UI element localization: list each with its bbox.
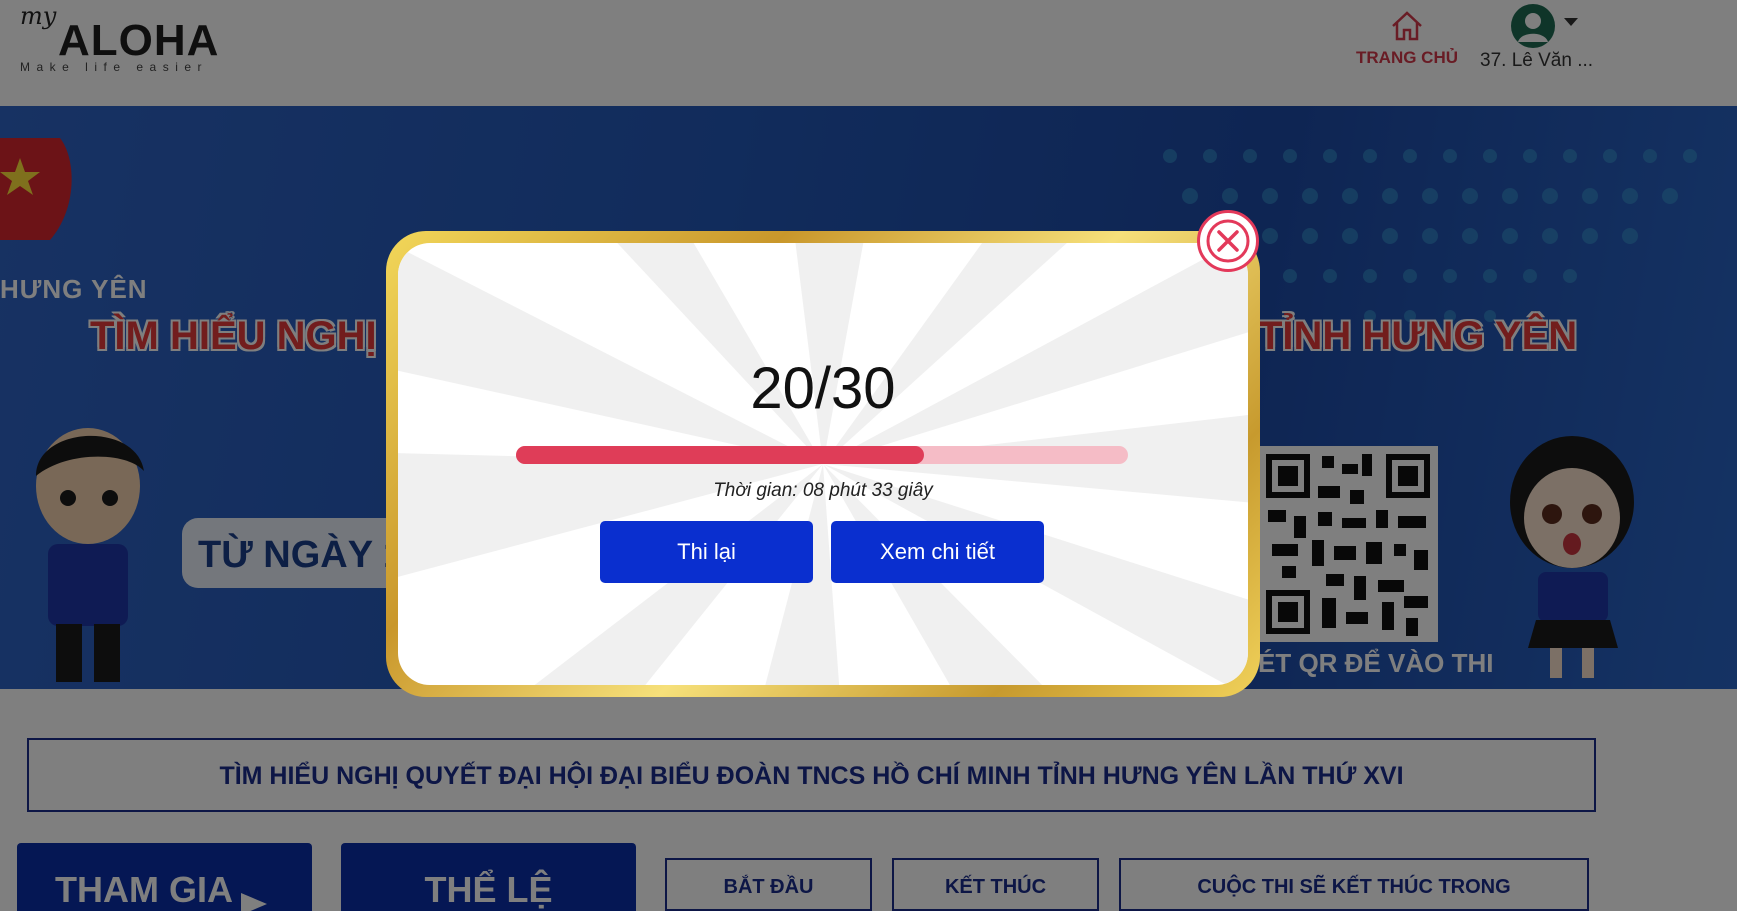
- sunburst-background: [398, 243, 1248, 685]
- result-modal: 20/30 Thời gian: 08 phút 33 giây Thi lại…: [386, 231, 1260, 697]
- score-text: 20/30: [750, 356, 896, 421]
- close-icon: [1206, 219, 1250, 263]
- retry-button[interactable]: Thi lại: [600, 521, 813, 583]
- result-modal-body: 20/30 Thời gian: 08 phút 33 giây Thi lại…: [398, 243, 1248, 685]
- elapsed-time: Thời gian: 08 phút 33 giây: [713, 480, 933, 501]
- score-progress-bar: [516, 446, 1128, 464]
- view-details-button[interactable]: Xem chi tiết: [831, 521, 1044, 583]
- score-progress-fill: [516, 446, 925, 464]
- close-modal-button[interactable]: [1197, 210, 1259, 272]
